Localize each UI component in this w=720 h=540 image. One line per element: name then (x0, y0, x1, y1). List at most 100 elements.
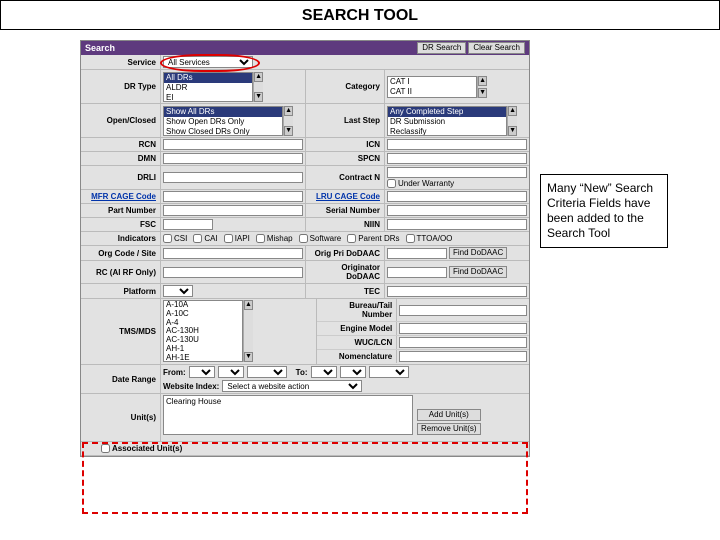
remove-units-button[interactable]: Remove Unit(s) (417, 423, 481, 435)
scroll-down-icon[interactable]: ▼ (478, 88, 487, 98)
label-indicators: Indicators (81, 232, 161, 245)
row-date-range: Date Range From: To: Website Index: Sele… (81, 365, 529, 394)
label-contract-n: Contract N (305, 166, 385, 189)
service-select[interactable]: All Services (163, 56, 253, 68)
scroll-down-icon[interactable]: ▼ (508, 126, 517, 136)
label-rc: RC (Al RF Only) (81, 261, 161, 283)
cai-checkbox[interactable]: CAI (193, 234, 217, 243)
row-orgcode: Org Code / Site Orig Pri DoDAAC Find DoD… (81, 246, 529, 261)
label-serial-number: Serial Number (305, 204, 385, 217)
label-rcn: RCN (81, 138, 161, 151)
label-last-step: Last Step (305, 104, 385, 137)
fsc-input[interactable] (163, 219, 213, 230)
contract-n-input[interactable] (387, 167, 527, 178)
label-from: From: (163, 368, 186, 377)
nomenclature-input[interactable] (399, 351, 527, 362)
label-wuc-lcn: WUC/LCN (317, 336, 397, 349)
orig-pri-dodaac-input[interactable] (387, 248, 447, 259)
label-dr-type: DR Type (81, 70, 161, 103)
mfr-cage-input[interactable] (163, 191, 303, 202)
mishap-checkbox[interactable]: Mishap (256, 234, 293, 243)
title-bar: SEARCH TOOL (0, 0, 720, 30)
org-code-input[interactable] (163, 248, 303, 259)
category-listbox[interactable]: CAT I CAT II (387, 76, 477, 98)
to-year[interactable] (369, 366, 409, 378)
label-nomenclature: Nomenclature (317, 350, 397, 363)
from-month[interactable] (189, 366, 215, 378)
serial-number-input[interactable] (387, 205, 527, 216)
scroll-up-icon[interactable]: ▲ (508, 106, 517, 116)
under-warranty-checkbox[interactable]: Under Warranty (387, 179, 454, 188)
scroll-up-icon[interactable]: ▲ (478, 76, 487, 86)
search-panel: Search DR Search Clear Search Service Al… (80, 40, 530, 457)
label-originator-dodaac: Originator DoDAAC (305, 261, 385, 283)
open-closed-listbox[interactable]: Show All DRs Show Open DRs Only Show Clo… (163, 106, 283, 136)
rc-input[interactable] (163, 267, 303, 278)
label-date-range: Date Range (81, 365, 161, 393)
rcn-input[interactable] (163, 139, 303, 150)
tms-listbox[interactable]: A-10A A-10C A-4 AC-130H AC-130U AH-1 AH-… (163, 300, 243, 362)
engine-model-input[interactable] (399, 323, 527, 334)
iapi-checkbox[interactable]: IAPI (224, 234, 250, 243)
dr-search-button[interactable]: DR Search (417, 42, 466, 54)
dr-type-listbox[interactable]: All DRs ALDR EI (163, 72, 253, 102)
row-drli-contract: DRLI Contract N Under Warranty (81, 166, 529, 190)
units-textarea[interactable]: Clearing House (163, 395, 413, 435)
add-units-button[interactable]: Add Unit(s) (417, 409, 481, 421)
scroll-down-icon[interactable]: ▼ (244, 352, 253, 362)
tec-input[interactable] (387, 286, 527, 297)
last-step-listbox[interactable]: Any Completed Step DR Submission Reclass… (387, 106, 507, 136)
row-dmn-spcn: DMN SPCN (81, 152, 529, 166)
row-part-serial: Part Number Serial Number (81, 204, 529, 218)
label-dmn: DMN (81, 152, 161, 165)
label-service: Service (81, 55, 161, 69)
label-mfr-cage[interactable]: MFR CAGE Code (81, 190, 161, 203)
scroll-up-icon[interactable]: ▲ (254, 72, 263, 82)
find-dodaac-button-2[interactable]: Find DoDAAC (449, 266, 507, 278)
scroll-down-icon[interactable]: ▼ (254, 92, 263, 102)
callout-text: Many “New” Search Criteria Fields have b… (547, 181, 653, 240)
originator-dodaac-input[interactable] (387, 267, 447, 278)
csi-checkbox[interactable]: CSI (163, 234, 187, 243)
software-checkbox[interactable]: Software (299, 234, 342, 243)
label-lru-cage[interactable]: LRU CAGE Code (305, 190, 385, 203)
page-title: SEARCH TOOL (302, 7, 418, 24)
dmn-input[interactable] (163, 153, 303, 164)
label-spcn: SPCN (305, 152, 385, 165)
wuc-lcn-input[interactable] (399, 337, 527, 348)
part-number-input[interactable] (163, 205, 303, 216)
row-service: Service All Services (81, 55, 529, 70)
bureau-tail-input[interactable] (399, 305, 527, 316)
niin-input[interactable] (387, 219, 527, 230)
row-associated-units: Associated Unit(s) (81, 442, 529, 456)
label-icn: ICN (305, 138, 385, 151)
to-month[interactable] (311, 366, 337, 378)
ttoa-oo-checkbox[interactable]: TTOA/OO (406, 234, 453, 243)
parent-drs-checkbox[interactable]: Parent DRs (347, 234, 399, 243)
callout-box: Many “New” Search Criteria Fields have b… (540, 174, 668, 248)
from-day[interactable] (218, 366, 244, 378)
associated-units-checkbox[interactable]: Associated Unit(s) (101, 444, 182, 453)
scroll-down-icon[interactable]: ▼ (284, 126, 293, 136)
website-action-select[interactable]: Select a website action (222, 380, 362, 392)
label-bureau-tail: Bureau/Tail Number (317, 299, 397, 321)
from-year[interactable] (247, 366, 287, 378)
scroll-up-icon[interactable]: ▲ (284, 106, 293, 116)
clear-search-button[interactable]: Clear Search (468, 42, 525, 54)
scroll-up-icon[interactable]: ▲ (244, 300, 253, 310)
label-website-index: Website Index: (163, 382, 219, 391)
row-units: Unit(s) Clearing House Add Unit(s) Remov… (81, 394, 529, 442)
platform-select[interactable] (163, 285, 193, 297)
to-day[interactable] (340, 366, 366, 378)
label-orig-pri-dodaac: Orig Pri DoDAAC (305, 246, 385, 260)
find-dodaac-button[interactable]: Find DoDAAC (449, 247, 507, 259)
label-category: Category (305, 70, 385, 103)
label-open-closed: Open/Closed (81, 104, 161, 137)
drli-input[interactable] (163, 172, 303, 183)
label-tms-mds: TMS/MDS (81, 299, 161, 364)
icn-input[interactable] (387, 139, 527, 150)
lru-cage-input[interactable] (387, 191, 527, 202)
panel-title: Search (85, 43, 415, 53)
spcn-input[interactable] (387, 153, 527, 164)
row-rc: RC (Al RF Only) Originator DoDAAC Find D… (81, 261, 529, 284)
